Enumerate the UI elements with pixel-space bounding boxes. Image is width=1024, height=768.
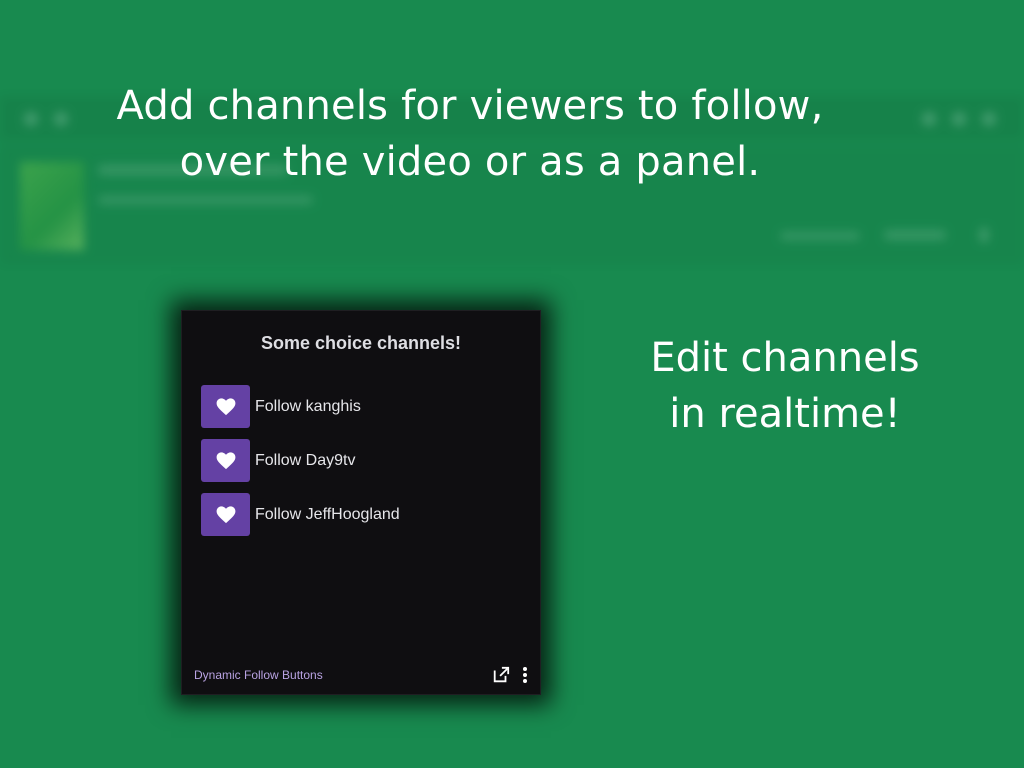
blurred-viewers-line [780, 232, 860, 240]
follow-buttons-panel: Some choice channels! Follow kanghis Fol… [181, 310, 541, 695]
heart-icon [201, 385, 250, 428]
blurred-more-icon [980, 228, 988, 242]
popout-icon[interactable] [492, 666, 510, 684]
panel-title: Some choice channels! [260, 333, 462, 353]
side-note-line-1: Edit channels [650, 335, 920, 381]
heart-icon [201, 493, 250, 536]
footer-icons [492, 666, 528, 684]
side-note: Edit channels in realtime! [620, 330, 950, 442]
blurred-category-line [98, 196, 313, 204]
follow-list: Follow kanghis Follow Day9tv Follow Jeff… [201, 385, 400, 547]
headline-line-1: Add channels for viewers to follow, [116, 83, 824, 129]
blurred-share-line [884, 230, 946, 240]
blurred-theater-icon [952, 112, 966, 126]
heart-icon [201, 439, 250, 482]
follow-label: Follow JeffHoogland [255, 505, 400, 523]
follow-button-kanghis[interactable]: Follow kanghis [201, 385, 400, 428]
extension-name-link[interactable]: Dynamic Follow Buttons [194, 668, 323, 682]
panel-footer: Dynamic Follow Buttons [194, 664, 528, 686]
headline: Add channels for viewers to follow, over… [0, 78, 940, 190]
follow-label: Follow Day9tv [255, 451, 356, 469]
side-note-line-2: in realtime! [669, 391, 901, 437]
blurred-fullscreen-icon [982, 112, 996, 126]
follow-label: Follow kanghis [255, 397, 361, 415]
headline-line-2: over the video or as a panel. [179, 139, 761, 185]
promo-stage: Add channels for viewers to follow, over… [0, 0, 1024, 768]
follow-button-day9tv[interactable]: Follow Day9tv [201, 439, 400, 482]
more-vertical-icon[interactable] [522, 666, 528, 684]
follow-button-jeffhoogland[interactable]: Follow JeffHoogland [201, 493, 400, 536]
